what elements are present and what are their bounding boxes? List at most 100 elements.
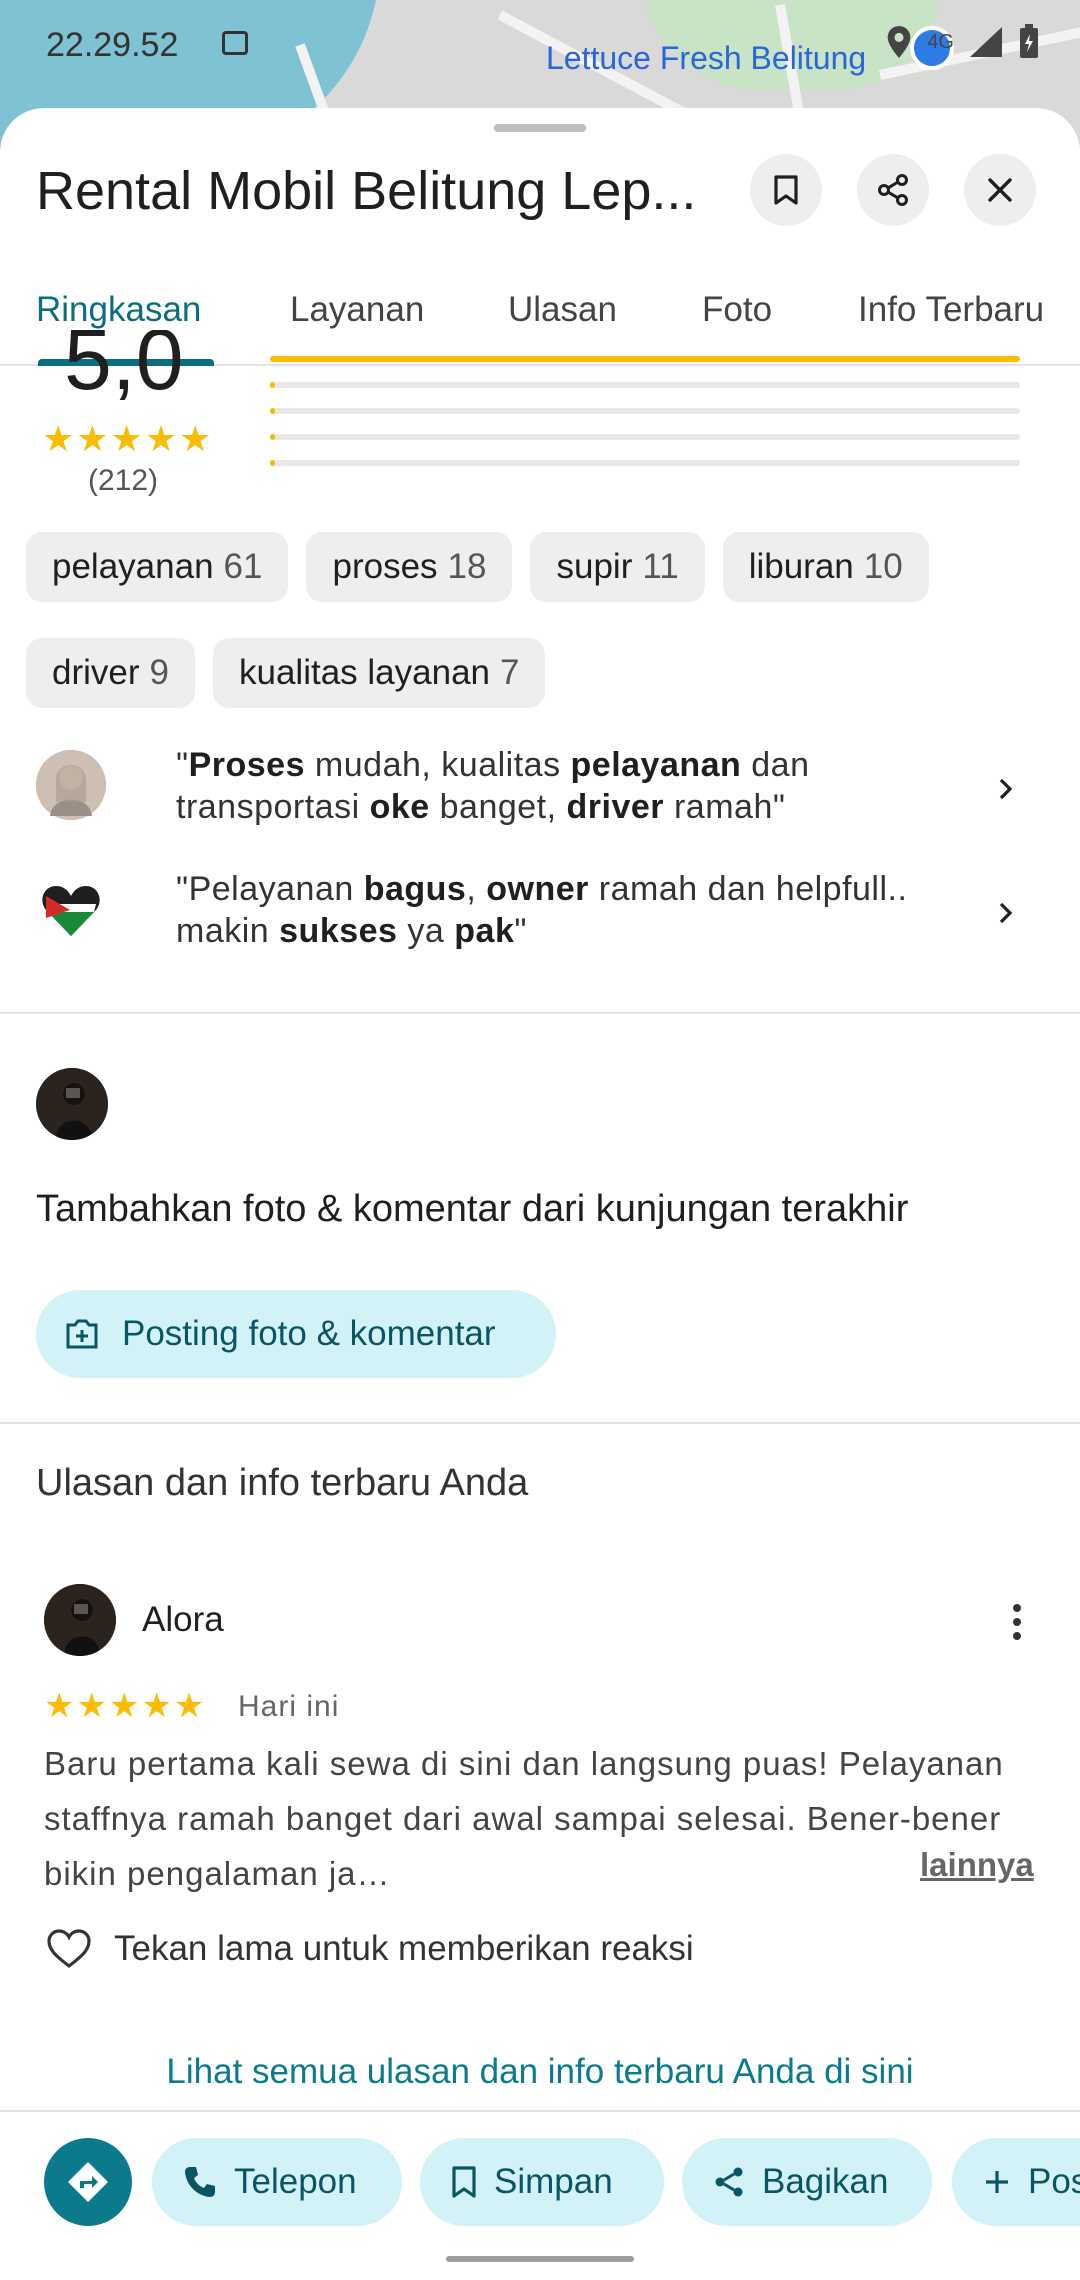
close-button[interactable] — [964, 154, 1036, 226]
battery-icon — [1020, 24, 1038, 58]
post-button[interactable]: Pos — [952, 2138, 1080, 2226]
rating-bar-fill — [270, 408, 275, 414]
snippet-fragment: , — [466, 870, 487, 908]
read-more-link[interactable]: lainnya — [920, 1846, 1034, 1884]
chip-label: liburan — [748, 547, 854, 586]
reviewer-avatar — [36, 750, 106, 820]
chip-count: 10 — [863, 547, 903, 586]
snippet-fragment: ramah" — [664, 788, 786, 826]
post-button-label: Posting foto & komentar — [122, 1314, 496, 1353]
highlight-word: Proses — [188, 746, 305, 784]
chip-count: 9 — [149, 653, 169, 692]
rating-bar-fill — [270, 434, 275, 440]
action-bar: Telepon Simpan Bagikan Pos — [0, 2110, 1080, 2280]
your-reviews-title: Ulasan dan info terbaru Anda — [36, 1462, 529, 1504]
call-label: Telepon — [234, 2162, 357, 2201]
snippet-fragment: ya — [397, 912, 455, 950]
call-button[interactable]: Telepon — [152, 2138, 402, 2226]
rating-count: (212) — [88, 464, 159, 497]
chip-driver[interactable]: driver 9 — [26, 638, 195, 708]
topic-chips-row-1: pelayanan 61 proses 18 supir 11 liburan 10 — [26, 532, 1066, 602]
snippet-fragment: mudah, kualitas — [304, 746, 571, 784]
chip-supir[interactable]: supir 11 — [530, 532, 705, 602]
chip-pelayanan[interactable]: pelayanan 61 — [26, 532, 289, 602]
share-label: Bagikan — [762, 2162, 889, 2201]
reviewer-name[interactable]: Alora — [142, 1600, 224, 1640]
chip-label: driver — [52, 653, 140, 692]
save-place-button[interactable] — [750, 154, 822, 226]
chip-count: 18 — [447, 547, 487, 586]
rating-bar — [270, 408, 1020, 414]
highlight-word: sukses — [279, 912, 398, 950]
reviewer-avatar — [36, 874, 106, 944]
chip-label: pelayanan — [52, 547, 214, 586]
status-time: 22.29.52 — [46, 26, 179, 64]
reviewer-avatar[interactable] — [44, 1584, 116, 1656]
tab-ringkasan[interactable]: Ringkasan — [36, 290, 201, 330]
rating-bar-fill — [270, 356, 1020, 362]
highlight-word: oke — [369, 788, 430, 826]
topic-chips-row-2: driver 9 kualitas layanan 7 — [26, 638, 1066, 708]
home-indicator[interactable] — [446, 2256, 634, 2262]
chip-label: kualitas layanan — [239, 653, 490, 692]
chip-count: 7 — [500, 653, 520, 692]
close-icon — [988, 178, 1012, 202]
post-photo-comment-button[interactable]: Posting foto & komentar — [36, 1290, 556, 1378]
heart-icon — [47, 1929, 91, 1969]
section-divider — [0, 1012, 1080, 1014]
review-text[interactable]: Baru pertama kali sewa di sini dan langs… — [44, 1736, 1044, 1901]
highlight-word: owner — [486, 870, 589, 908]
share-icon — [715, 2167, 743, 2197]
plus-icon — [986, 2171, 1008, 2193]
snippet-fragment: " — [514, 912, 527, 950]
add-photo-prompt-title: Tambahkan foto & komentar dari kunjungan… — [36, 1188, 909, 1230]
tab-foto[interactable]: Foto — [702, 290, 772, 330]
phone-icon — [185, 2167, 215, 2197]
user-avatar — [36, 1068, 108, 1140]
place-title: Rental Mobil Belitung Lep... — [36, 161, 697, 221]
directions-icon — [68, 2162, 108, 2202]
map-place-label[interactable]: Lettuce Fresh Belitung — [546, 40, 866, 77]
chip-kualitas-layanan[interactable]: kualitas layanan 7 — [213, 638, 546, 708]
network-type-label: 4G — [927, 30, 954, 53]
rating-bar — [270, 434, 1020, 440]
rating-bar — [270, 356, 1020, 362]
bookmark-icon — [452, 2166, 476, 2198]
chip-count: 11 — [642, 547, 679, 586]
save-button[interactable]: Simpan — [420, 2138, 664, 2226]
review-date: Hari ini — [238, 1690, 340, 1723]
snippet-text: "Pelayanan bagus, owner ramah dan helpfu… — [176, 868, 996, 952]
drag-handle[interactable] — [494, 124, 586, 132]
more-options-icon[interactable] — [1012, 1600, 1022, 1644]
highlight-word: pak — [454, 912, 515, 950]
review-snippet[interactable]: "Proses mudah, kualitas pelayanan dan tr… — [36, 744, 1046, 828]
snippet-fragment: " — [176, 746, 189, 784]
share-button[interactable]: Bagikan — [682, 2138, 932, 2226]
rating-bar-fill — [270, 460, 275, 466]
review-snippet[interactable]: "Pelayanan bagus, owner ramah dan helpfu… — [36, 868, 1046, 952]
directions-button[interactable] — [44, 2138, 132, 2226]
snippet-text: "Proses mudah, kualitas pelayanan dan tr… — [176, 744, 996, 828]
chip-liburan[interactable]: liburan 10 — [722, 532, 929, 602]
post-label: Pos — [1028, 2162, 1080, 2201]
highlight-word: pelayanan — [570, 746, 742, 784]
rating-bar-fill — [270, 382, 275, 388]
share-icon — [878, 174, 908, 206]
react-button[interactable]: Tekan lama untuk memberikan reaksi — [46, 1928, 694, 1970]
rating-stars: ★★★★★ — [42, 418, 214, 459]
snippet-fragment: banget, — [429, 788, 567, 826]
rating-bar — [270, 460, 1020, 466]
see-all-reviews-link[interactable]: Lihat semua ulasan dan info terbaru Anda… — [0, 2052, 1080, 2092]
status-icons: 4G — [885, 24, 1040, 60]
tab-ulasan[interactable]: Ulasan — [508, 290, 617, 330]
bookmark-icon — [774, 175, 798, 205]
tab-layanan[interactable]: Layanan — [290, 290, 424, 330]
chip-label: proses — [332, 547, 438, 586]
add-photo-icon — [66, 1319, 98, 1349]
share-place-button[interactable] — [857, 154, 929, 226]
tab-info-terbaru[interactable]: Info Terbaru — [858, 290, 1044, 330]
chevron-right-icon — [999, 778, 1013, 800]
rating-score: 5,0 — [64, 330, 184, 408]
highlight-word: bagus — [363, 870, 467, 908]
chip-proses[interactable]: proses 18 — [306, 532, 513, 602]
